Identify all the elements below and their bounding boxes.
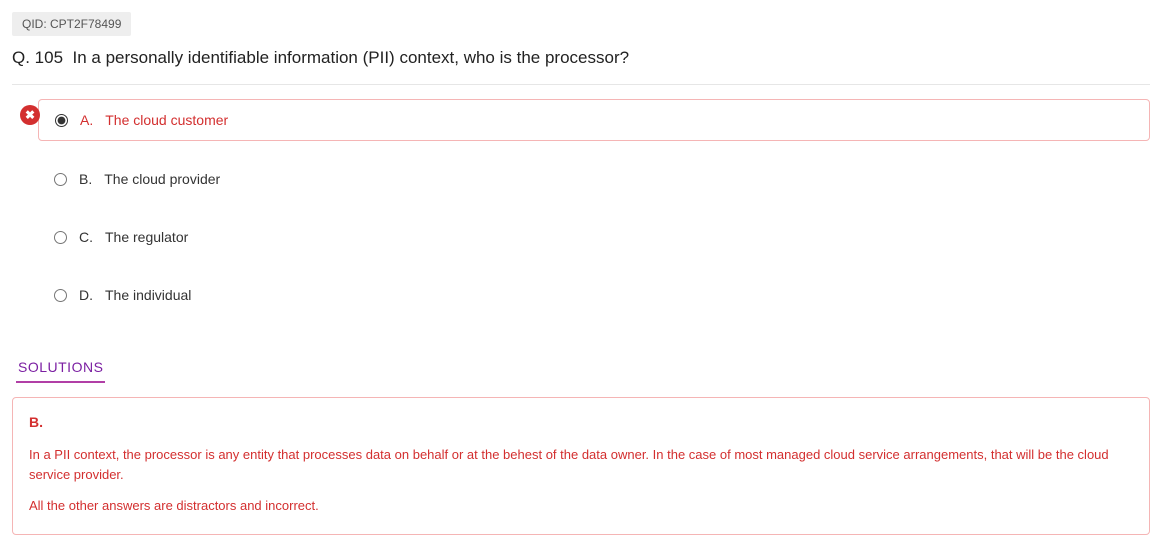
option-c-radio[interactable] (54, 231, 67, 244)
option-a-radio[interactable] (55, 114, 68, 127)
qid-badge: QID: CPT2F78499 (12, 12, 131, 36)
solution-panel: B. In a PII context, the processor is an… (12, 397, 1150, 535)
option-d[interactable]: D. The individual (38, 275, 1150, 315)
question-number: Q. 105 (12, 48, 63, 67)
option-b[interactable]: B. The cloud provider (38, 159, 1150, 199)
options-container: ✖ A. The cloud customer B. The cloud pro… (12, 99, 1150, 315)
question-body: In a personally identifiable information… (73, 48, 630, 67)
solution-paragraph-1: In a PII context, the processor is any e… (29, 445, 1133, 484)
wrong-icon: ✖ (20, 105, 40, 125)
option-a-text: The cloud customer (105, 112, 228, 128)
option-c[interactable]: C. The regulator (38, 217, 1150, 257)
solution-paragraph-2: All the other answers are distractors an… (29, 496, 1133, 516)
correct-answer-letter: B. (29, 412, 1133, 433)
option-d-letter: D. (79, 287, 93, 303)
solutions-tab[interactable]: SOLUTIONS (16, 353, 105, 383)
option-a-letter: A. (80, 112, 93, 128)
option-d-radio[interactable] (54, 289, 67, 302)
option-b-radio[interactable] (54, 173, 67, 186)
question-heading: Q. 105 In a personally identifiable info… (12, 48, 1150, 68)
divider (12, 84, 1150, 85)
option-b-letter: B. (79, 171, 92, 187)
option-a[interactable]: A. The cloud customer (38, 99, 1150, 141)
option-d-text: The individual (105, 287, 191, 303)
option-b-text: The cloud provider (104, 171, 220, 187)
option-c-letter: C. (79, 229, 93, 245)
option-c-text: The regulator (105, 229, 188, 245)
